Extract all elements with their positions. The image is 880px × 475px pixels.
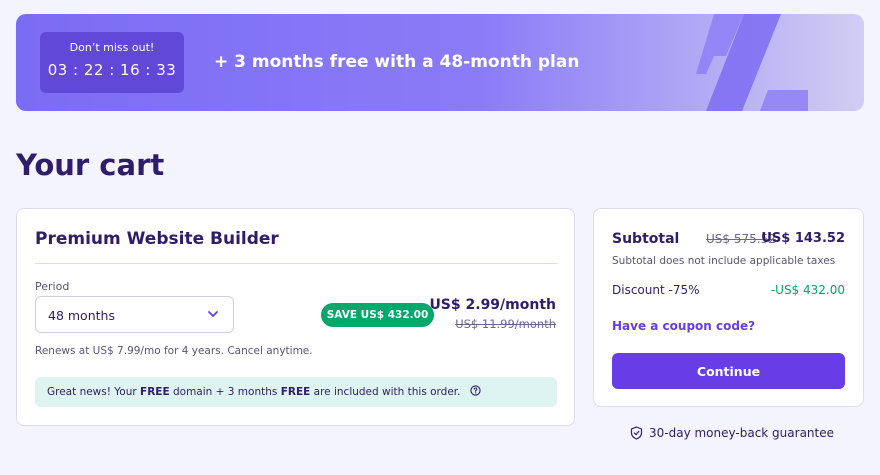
guarantee-text: 30-day money-back guarantee	[649, 426, 834, 440]
product-title: Premium Website Builder	[35, 229, 279, 249]
price-per-month: US$ 2.99/month	[429, 297, 556, 313]
original-price: US$ 11.99/month	[455, 317, 556, 331]
question-circle-icon[interactable]	[470, 385, 481, 396]
product-card: Premium Website Builder Period 48 months…	[16, 208, 575, 426]
timer-value: 03 : 22 : 16 : 33	[47, 61, 177, 79]
discount-value: -US$ 432.00	[770, 283, 845, 297]
countdown-timer: Don’t miss out! 03 : 22 : 16 : 33	[40, 32, 184, 93]
money-back-guarantee: 30-day money-back guarantee	[630, 426, 834, 440]
subtotal-label: Subtotal	[612, 231, 680, 247]
coupon-code-link[interactable]: Have a coupon code?	[612, 319, 755, 333]
chevron-down-icon	[208, 311, 218, 317]
period-select-value: 48 months	[48, 308, 115, 323]
shield-check-icon	[630, 426, 643, 440]
timer-label: Don’t miss out!	[69, 41, 155, 54]
notice-text-2: domain + 3 months	[169, 386, 281, 398]
notice-text-3: are included with this order.	[310, 386, 461, 398]
subtotal-total: US$ 143.52	[761, 231, 845, 246]
period-label: Period	[35, 280, 70, 293]
free-domain-notice: Great news! Your FREE domain + 3 months …	[35, 377, 557, 407]
page-title: Your cart	[16, 148, 165, 182]
notice-free-1: FREE	[140, 386, 170, 398]
notice-free-2: FREE	[280, 386, 311, 398]
notice-text-1: Great news! Your	[47, 386, 141, 398]
promo-banner: Don’t miss out! 03 : 22 : 16 : 33 + 3 mo…	[16, 14, 864, 111]
renewal-note: Renews at US$ 7.99/mo for 4 years. Cance…	[35, 345, 313, 357]
tax-note: Subtotal does not include applicable tax…	[612, 255, 836, 267]
percent-icon	[696, 14, 808, 111]
save-badge: SAVE US$ 432.00	[321, 303, 434, 327]
continue-button[interactable]: Continue	[612, 353, 845, 389]
divider	[35, 263, 557, 264]
discount-label: Discount -75%	[612, 283, 700, 297]
promo-text: + 3 months free with a 48-month plan	[214, 52, 580, 72]
order-summary-card: Subtotal US$ 575.52 US$ 143.52 Subtotal …	[593, 208, 864, 407]
period-select[interactable]: 48 months	[35, 296, 234, 333]
